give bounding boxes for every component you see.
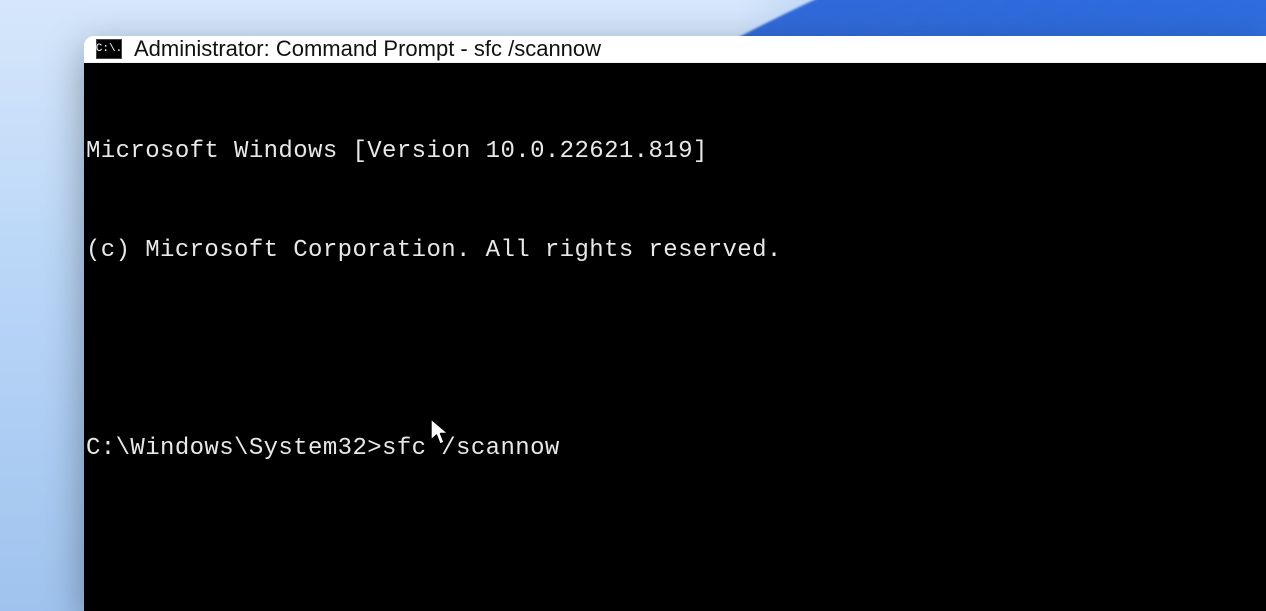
terminal-line: Microsoft Windows [Version 10.0.22621.81… (86, 135, 1264, 168)
terminal-output[interactable]: Microsoft Windows [Version 10.0.22621.81… (84, 63, 1266, 611)
terminal-line (86, 531, 1264, 564)
terminal-line (86, 333, 1264, 366)
terminal-line: (c) Microsoft Corporation. All rights re… (86, 234, 1264, 267)
window-title: Administrator: Command Prompt - sfc /sca… (134, 36, 601, 62)
command-prompt-window: C:\. Administrator: Command Prompt - sfc… (84, 36, 1266, 611)
command-prompt-icon: C:\. (96, 39, 122, 59)
terminal-line: C:\Windows\System32>sfc /scannow (86, 432, 1264, 465)
titlebar[interactable]: C:\. Administrator: Command Prompt - sfc… (84, 36, 1266, 63)
